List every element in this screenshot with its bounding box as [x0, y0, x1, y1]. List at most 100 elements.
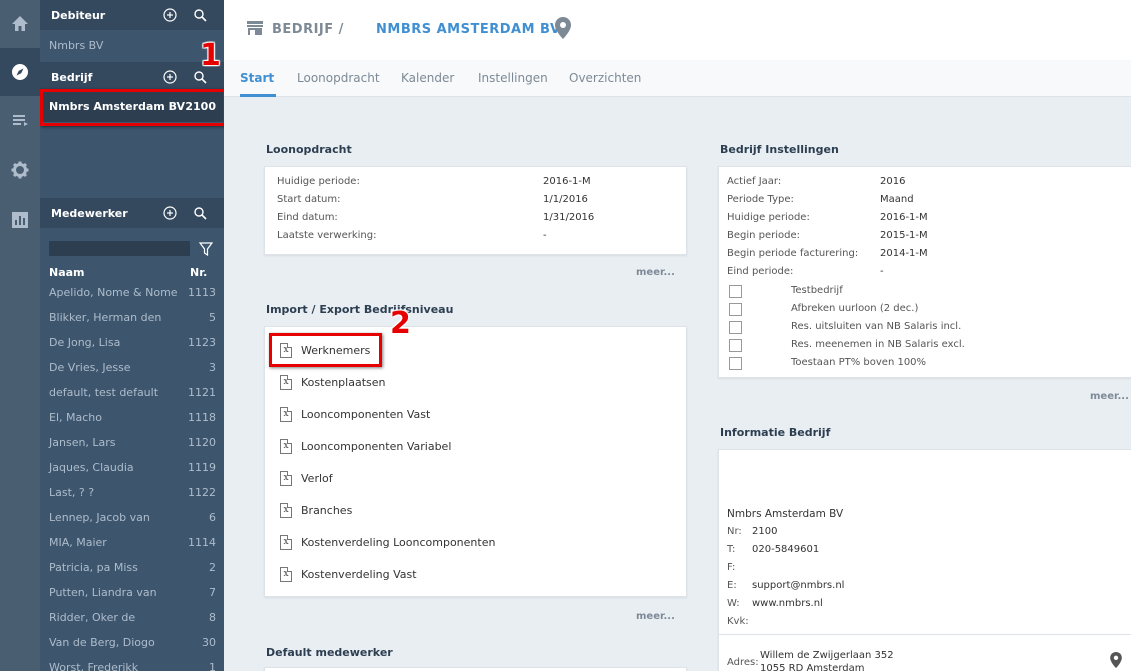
checkbox[interactable]	[729, 285, 742, 298]
checkbox[interactable]	[729, 303, 742, 316]
import-link-5[interactable]: Branches	[301, 504, 352, 517]
chart-icon[interactable]	[0, 196, 40, 244]
employee-number: 2	[209, 561, 216, 574]
adres-line2: 1055 RD Amsterdam	[760, 663, 865, 671]
info-value: support@nmbrs.nl	[752, 580, 845, 591]
employee-row[interactable]: Blikker, Herman den 5	[40, 306, 224, 330]
import-link-3[interactable]: Looncomponenten Variabel	[301, 440, 451, 453]
employee-number: 1118	[188, 411, 216, 424]
employee-name: Van de Berg, Diogo	[49, 636, 155, 649]
employee-row[interactable]: Van de Berg, Diogo 30	[40, 631, 224, 655]
loonopdracht-card: Huidige periode: 2016-1-M Start datum: 1/1/…	[264, 166, 687, 255]
checkbox[interactable]	[729, 339, 742, 352]
debiteur-item-label: Nmbrs BV	[49, 39, 104, 52]
employee-row[interactable]: El, Macho 1118	[40, 406, 224, 430]
add-debiteur-icon[interactable]	[163, 8, 177, 22]
page-header: BEDRIJF / NMBRS AMSTERDAM BV	[224, 0, 1131, 60]
bedrijf-instellingen-title: Bedrijf Instellingen	[720, 143, 839, 156]
info-value: 2100	[752, 526, 778, 537]
add-medewerker-icon[interactable]	[163, 206, 177, 220]
import-link-6[interactable]: Kostenverdeling Looncomponenten	[301, 536, 495, 549]
debiteur-title: Debiteur	[51, 9, 106, 22]
employee-name: Worst, Frederikk	[49, 661, 139, 671]
instellingen-value: -	[880, 266, 884, 277]
employee-number: 7	[209, 586, 216, 599]
filter-icon[interactable]	[199, 242, 213, 256]
employee-row[interactable]: Jansen, Lars 1120	[40, 431, 224, 455]
checkbox-label: Res. meenemen in NB Salaris excl.	[791, 339, 965, 350]
excel-file-icon: x	[280, 503, 292, 518]
tab-instellingen[interactable]: Instellingen	[478, 71, 548, 85]
search-medewerker-icon[interactable]	[193, 206, 207, 220]
employee-row[interactable]: De Vries, Jesse 3	[40, 356, 224, 380]
checkbox-label: Toestaan PT% boven 100%	[791, 357, 927, 368]
employee-row[interactable]: Ridder, Oker de 8	[40, 606, 224, 630]
employee-row[interactable]: Patricia, pa Miss 2	[40, 556, 224, 580]
tab-start[interactable]: Start	[240, 71, 274, 85]
loonopdracht-value: -	[543, 230, 547, 241]
import-link-1[interactable]: Kostenplaatsen	[301, 376, 385, 389]
excel-file-icon: x	[280, 535, 292, 550]
bedrijf-instellingen-card: Actief Jaar: 2016 Periode Type: Maand Huidig…	[718, 166, 1131, 378]
checkbox[interactable]	[729, 357, 742, 370]
instellingen-label: Begin periode:	[727, 230, 801, 241]
import-link-7[interactable]: Kostenverdeling Vast	[301, 568, 417, 581]
breadcrumb[interactable]: BEDRIJF /	[272, 22, 344, 37]
list-icon[interactable]	[0, 96, 40, 144]
checkbox[interactable]	[729, 321, 742, 334]
medewerker-filter-input[interactable]	[49, 241, 190, 256]
employee-row[interactable]: Apelido, Nome & Nome 1113	[40, 281, 224, 305]
column-name-header[interactable]: Naam	[49, 266, 85, 279]
loonopdracht-title: Loonopdracht	[266, 143, 352, 156]
employee-row[interactable]: De Jong, Lisa 1123	[40, 331, 224, 355]
search-debiteur-icon[interactable]	[193, 8, 207, 22]
loonopdracht-value: 1/31/2016	[543, 212, 595, 223]
employee-number: 1	[209, 661, 216, 671]
excel-file-icon: x	[280, 439, 292, 454]
compass-icon[interactable]	[0, 48, 40, 96]
home-icon[interactable]	[0, 0, 40, 48]
informatie-bedrijf-card: Nmbrs Amsterdam BV Nr: 2100 T: 020-5849601 F…	[718, 449, 1131, 671]
store-icon	[247, 21, 263, 35]
bedrijf-title: Bedrijf	[51, 71, 93, 84]
instellingen-value: Maand	[880, 194, 914, 205]
employee-name: Apelido, Nome & Nome	[49, 286, 178, 299]
add-bedrijf-icon[interactable]	[163, 70, 177, 84]
tab-kalender[interactable]: Kalender	[401, 71, 454, 85]
gear-icon[interactable]	[0, 146, 40, 194]
import-export-more-link[interactable]: meer...	[636, 611, 675, 622]
loonopdracht-label: Eind datum:	[277, 212, 338, 223]
employee-row[interactable]: Lennep, Jacob van 6	[40, 506, 224, 530]
tab-loonopdracht[interactable]: Loonopdracht	[297, 71, 380, 85]
employee-row[interactable]: Worst, Frederikk 1	[40, 656, 224, 671]
employee-row[interactable]: default, test default 1121	[40, 381, 224, 405]
loonopdracht-more-link[interactable]: meer...	[636, 267, 675, 278]
bedrijf-instellingen-more-link[interactable]: meer...	[1090, 391, 1129, 402]
employee-number: 1114	[188, 536, 216, 549]
annotation-box-1	[40, 89, 224, 126]
info-value: www.nmbrs.nl	[752, 598, 823, 609]
bedrijf-header: Bedrijf	[40, 62, 224, 92]
instellingen-label: Eind periode:	[727, 266, 794, 277]
address-pin-icon[interactable]	[1110, 652, 1122, 668]
location-pin-icon[interactable]	[555, 17, 571, 39]
tab-overzichten[interactable]: Overzichten	[569, 71, 641, 85]
info-label: W:	[727, 598, 740, 609]
employee-row[interactable]: Jaques, Claudia 1119	[40, 456, 224, 480]
employee-row[interactable]: Putten, Liandra van 7	[40, 581, 224, 605]
info-label: T:	[727, 544, 736, 555]
column-number-header[interactable]: Nr.	[190, 266, 207, 279]
active-tab-indicator	[240, 94, 276, 97]
annotation-box-2	[269, 333, 382, 367]
debiteur-item[interactable]: Nmbrs BV	[40, 34, 224, 58]
employee-row[interactable]: MIA, Maier 1114	[40, 531, 224, 555]
excel-file-icon: x	[280, 407, 292, 422]
employee-name: Jaques, Claudia	[49, 461, 134, 474]
instellingen-value: 2016-1-M	[880, 212, 928, 223]
instellingen-value: 2016	[880, 176, 906, 187]
info-label: Kvk:	[727, 616, 749, 627]
medewerker-title: Medewerker	[51, 207, 128, 220]
employee-row[interactable]: Last, ? ? 1122	[40, 481, 224, 505]
import-link-2[interactable]: Looncomponenten Vast	[301, 408, 430, 421]
import-link-4[interactable]: Verlof	[301, 472, 333, 485]
